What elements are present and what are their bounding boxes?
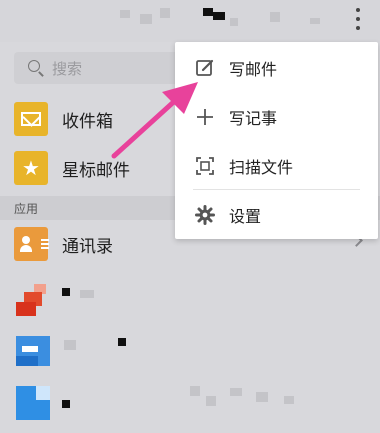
more-vertical-icon[interactable] xyxy=(352,8,364,30)
redacted-app-row[interactable] xyxy=(0,328,380,378)
settings-label: 设置 xyxy=(229,207,262,226)
redacted-app-icon xyxy=(16,386,50,420)
redacted-app-row[interactable] xyxy=(0,378,380,433)
search-placeholder: 搜索 xyxy=(52,60,83,78)
redacted-app-row[interactable] xyxy=(0,278,380,328)
redacted-app-icon xyxy=(16,336,50,366)
apps-section-label: 应用 xyxy=(14,202,39,216)
redacted-title xyxy=(120,10,130,18)
gear-icon xyxy=(195,205,215,225)
scan-label: 扫描文件 xyxy=(229,158,294,177)
redacted-app-icon xyxy=(16,284,46,316)
contacts-icon xyxy=(14,227,49,261)
search-icon xyxy=(28,60,40,72)
note-label: 写记事 xyxy=(229,109,278,128)
compose-label: 写邮件 xyxy=(229,60,278,79)
inbox-icon xyxy=(14,102,48,136)
app-header xyxy=(0,0,380,42)
annotation-arrow xyxy=(111,82,198,159)
star-icon: ★ xyxy=(14,151,48,185)
menu-item-settings[interactable]: 设置 xyxy=(175,190,378,239)
contacts-label: 通讯录 xyxy=(62,237,113,257)
